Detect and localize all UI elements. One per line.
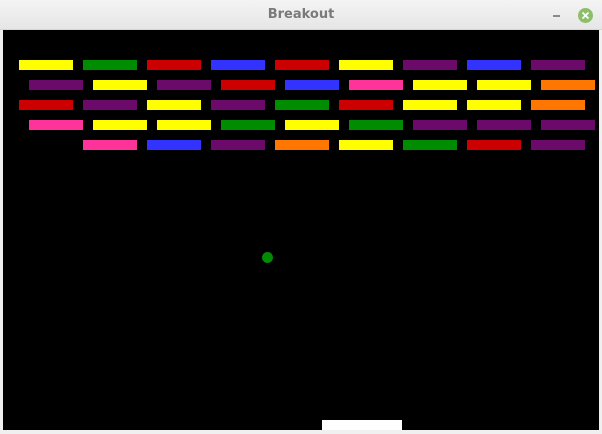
brick-red	[221, 80, 275, 90]
brick-yellow	[285, 120, 339, 130]
brick-green	[221, 120, 275, 130]
brick-purple	[413, 120, 467, 130]
brick-purple	[531, 140, 585, 150]
brick-purple	[403, 60, 457, 70]
brick-purple	[157, 80, 211, 90]
window-border-bottom	[0, 430, 602, 434]
brick-yellow	[403, 100, 457, 110]
brick-pink	[29, 120, 83, 130]
brick-red	[339, 100, 393, 110]
brick-purple	[29, 80, 83, 90]
brick-red	[275, 60, 329, 70]
brick-purple	[541, 120, 595, 130]
brick-yellow	[413, 80, 467, 90]
brick-orange	[531, 100, 585, 110]
brick-green	[83, 60, 137, 70]
ball	[262, 252, 273, 263]
brick-yellow	[147, 100, 201, 110]
brick-yellow	[339, 60, 393, 70]
brick-red	[147, 60, 201, 70]
brick-yellow	[477, 80, 531, 90]
brick-purple	[211, 140, 265, 150]
game-canvas[interactable]	[3, 30, 599, 430]
brick-yellow	[93, 120, 147, 130]
close-button[interactable]	[578, 8, 593, 23]
brick-purple	[211, 100, 265, 110]
close-icon	[581, 11, 590, 20]
brick-green	[275, 100, 329, 110]
brick-green	[403, 140, 457, 150]
brick-blue	[467, 60, 521, 70]
brick-green	[349, 120, 403, 130]
brick-orange	[541, 80, 595, 90]
brick-yellow	[19, 60, 73, 70]
title-bar[interactable]: Breakout	[0, 0, 602, 30]
brick-orange	[275, 140, 329, 150]
app-window: Breakout	[0, 0, 602, 434]
brick-yellow	[339, 140, 393, 150]
brick-red	[19, 100, 73, 110]
brick-yellow	[157, 120, 211, 130]
paddle[interactable]	[322, 420, 402, 430]
brick-pink	[83, 140, 137, 150]
window-title: Breakout	[267, 7, 335, 22]
brick-blue	[285, 80, 339, 90]
brick-blue	[211, 60, 265, 70]
brick-red	[467, 140, 521, 150]
brick-purple	[477, 120, 531, 130]
brick-yellow	[93, 80, 147, 90]
brick-yellow	[467, 100, 521, 110]
brick-purple	[83, 100, 137, 110]
brick-pink	[349, 80, 403, 90]
brick-blue	[147, 140, 201, 150]
brick-purple	[531, 60, 585, 70]
minimize-button[interactable]	[550, 6, 564, 20]
